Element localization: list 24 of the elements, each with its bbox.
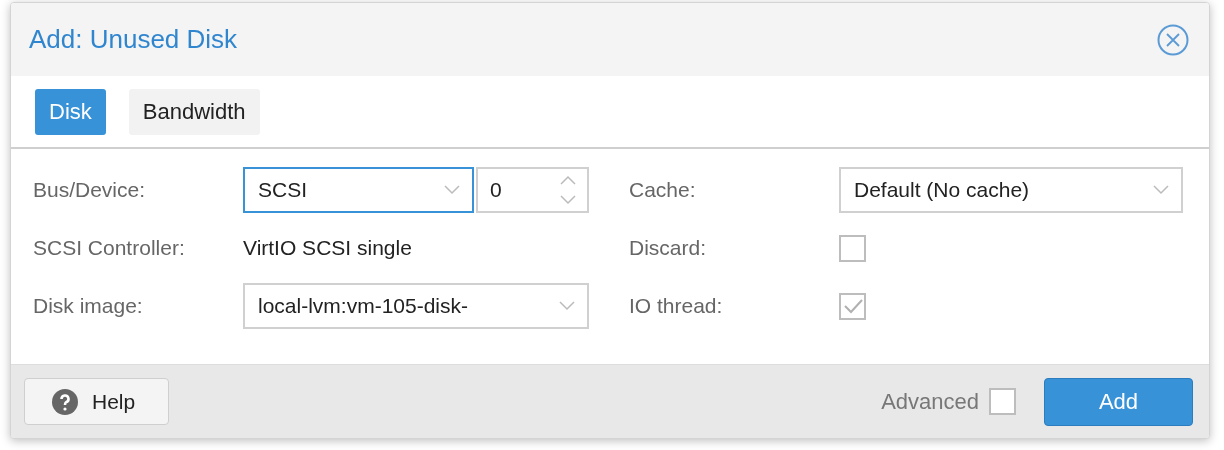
checkbox[interactable]: [839, 292, 866, 320]
dropdown-field[interactable]: Default (No cache): [839, 167, 1183, 213]
checkbox[interactable]: [839, 234, 866, 262]
help-button[interactable]: Help: [24, 378, 170, 425]
device-spinner[interactable]: 0: [476, 167, 589, 213]
chevron-down-icon: [559, 301, 575, 311]
chevron-down-icon: [1153, 185, 1169, 195]
field-value: VirtIO SCSI single: [243, 236, 412, 260]
help-icon: [52, 388, 78, 415]
field-label: Bus/Device:: [33, 178, 147, 202]
field-label: Disk image:: [33, 294, 144, 318]
field-label: SCSI Controller:: [33, 236, 186, 260]
field-label: IO thread:: [629, 294, 724, 318]
dialog-title: Add: Unused Disk: [29, 24, 238, 55]
chevron-down-icon: [444, 185, 460, 195]
spinner-arrows-icon: [559, 175, 577, 205]
dropdown-field[interactable]: local-lvm:vm-105-disk-: [243, 283, 589, 329]
close-icon[interactable]: [1157, 23, 1189, 56]
field-label: Discard:: [629, 236, 708, 260]
advanced-label: Advanced: [881, 388, 979, 415]
field-label: Cache:: [629, 178, 697, 202]
tab[interactable]: Bandwidth: [128, 88, 260, 135]
bus-select[interactable]: SCSI: [243, 167, 474, 213]
advanced-checkbox[interactable]: [989, 388, 1016, 415]
